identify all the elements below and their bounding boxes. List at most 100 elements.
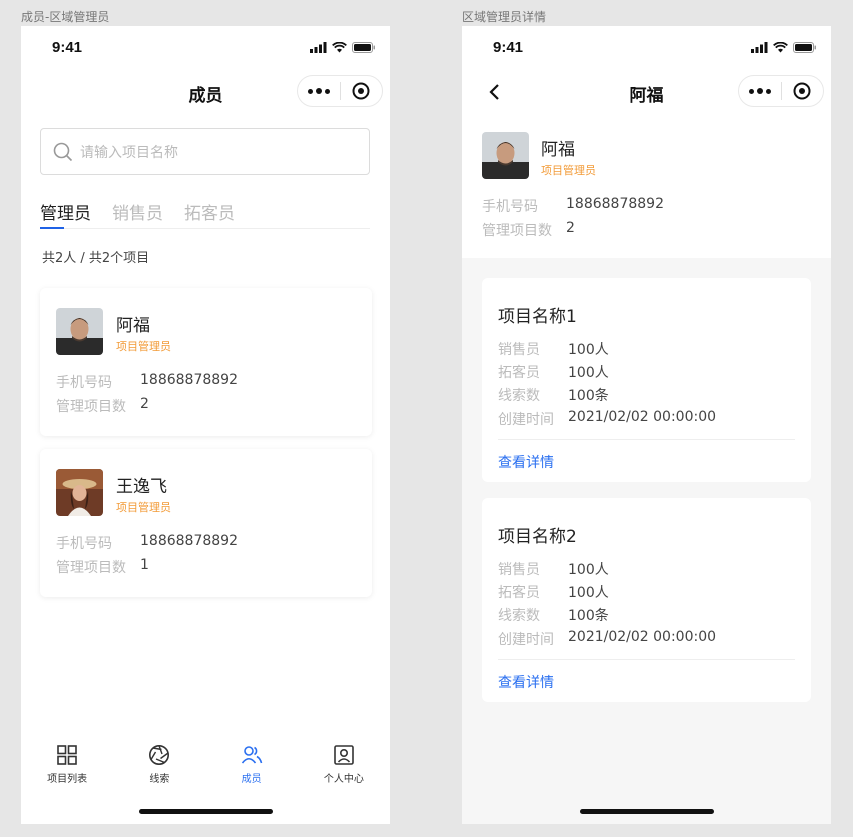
created-row: 创建时间 2021/02/02 00:00:00 [498,629,716,649]
phone-value: 18868878892 [566,196,664,212]
search-icon [53,142,73,161]
sales-row: 销售员 100人 [498,339,609,359]
leads-value: 100条 [568,388,609,404]
created-row: 创建时间 2021/02/02 00:00:00 [498,409,716,429]
phone-value: 18868878892 [140,533,238,549]
prospector-label: 拓客员 [498,585,540,601]
project-count-label: 管理项目数 [56,399,126,415]
avatar [56,308,103,355]
admin-detail-screen: 9:41 阿福 阿福 项目管理员 手机号码 18868878892 管理项目数 … [462,26,831,824]
leads-label: 线索数 [498,608,540,624]
leads-row: 线索数 100条 [498,605,609,625]
project-card: 项目名称2 销售员 100人 拓客员 100人 线索数 100条 创建时间 20… [482,498,811,702]
leads-row: 线索数 100条 [498,385,609,405]
member-name: 阿福 [541,140,575,160]
member-summary: 共2人 / 共2个项目 [42,251,150,266]
sales-label: 销售员 [498,342,540,358]
users-icon [241,746,262,764]
project-count-row: 管理项目数 1 [56,557,149,577]
bottom-tabbar: 项目列表 线索 成员 个人中心 [21,734,390,794]
battery-icon [793,42,816,53]
tabbar-label: 成员 [241,774,262,785]
left-frame-label: 成员-区域管理员 [21,10,110,24]
phone-label: 手机号码 [482,199,538,215]
card-divider [498,439,795,440]
prospector-value: 100人 [568,365,609,381]
phone-row: 手机号码 18868878892 [56,533,238,553]
tabbar-item-projects[interactable]: 项目列表 [21,734,113,794]
status-time: 9:41 [52,39,83,56]
view-details-link[interactable]: 查看详情 [498,452,554,472]
battery-icon [352,42,375,53]
project-title: 项目名称1 [498,307,577,327]
phone-label: 手机号码 [56,375,112,391]
phone-value: 18868878892 [140,372,238,388]
view-details-link[interactable]: 查看详情 [498,672,554,692]
status-icons [310,42,376,53]
phone-row: 手机号码 18868878892 [482,196,664,216]
tabbar-label: 线索 [149,774,170,785]
tabbar-label: 个人中心 [323,774,364,785]
avatar [482,132,529,179]
tabbar-label: 项目列表 [47,774,88,785]
mini-program-capsule [297,75,383,107]
prospector-value: 100人 [568,585,609,601]
aperture-icon [149,745,170,765]
signal-icon [751,42,768,53]
sales-row: 销售员 100人 [498,559,609,579]
close-miniprogram-icon[interactable] [782,82,823,100]
more-icon[interactable] [298,88,340,94]
tab-prospector[interactable]: 拓客员 [184,199,235,229]
sales-value: 100人 [568,342,609,358]
project-card: 项目名称1 销售员 100人 拓客员 100人 线索数 100条 创建时间 20… [482,278,811,482]
profile-icon [334,745,354,765]
tabbar-item-leads[interactable]: 线索 [113,734,205,794]
project-count-value: 1 [140,557,149,573]
member-name: 阿福 [116,316,150,336]
nav-bar: 阿福 [462,70,831,114]
phone-label: 手机号码 [56,536,112,552]
leads-label: 线索数 [498,388,540,404]
member-card[interactable]: 王逸飞 项目管理员 手机号码 18868878892 管理项目数 1 [40,449,372,597]
created-label: 创建时间 [498,632,554,648]
member-card[interactable]: 阿福 项目管理员 手机号码 18868878892 管理项目数 2 [40,288,372,436]
created-label: 创建时间 [498,412,554,428]
home-indicator [138,809,273,814]
status-bar: 9:41 [21,26,390,70]
prospector-row: 拓客员 100人 [498,582,609,602]
tabbar-item-profile[interactable]: 个人中心 [298,734,390,794]
home-indicator [579,809,714,814]
member-role: 项目管理员 [116,340,171,353]
status-icons [751,42,817,53]
mini-program-capsule [738,75,824,107]
created-value: 2021/02/02 00:00:00 [568,409,717,425]
close-miniprogram-icon[interactable] [341,82,382,100]
project-count-row: 管理项目数 2 [56,396,149,416]
sales-label: 销售员 [498,562,540,578]
tab-sales[interactable]: 销售员 [112,199,163,229]
signal-icon [310,42,327,53]
role-tabs: 管理员 销售员 拓客员 [40,199,370,229]
sales-value: 100人 [568,562,609,578]
status-time: 9:41 [493,39,524,56]
prospector-row: 拓客员 100人 [498,362,609,382]
created-value: 2021/02/02 00:00:00 [568,629,717,645]
prospector-label: 拓客员 [498,365,540,381]
project-count-label: 管理项目数 [482,223,552,239]
tabbar-item-members[interactable]: 成员 [206,734,298,794]
project-count-label: 管理项目数 [56,560,126,576]
status-bar: 9:41 [462,26,831,70]
more-icon[interactable] [739,88,781,94]
avatar [56,469,103,516]
nav-bar: 成员 [21,70,390,114]
tab-indicator [40,227,64,229]
wifi-icon [773,42,788,53]
member-name: 王逸飞 [116,477,167,497]
tab-admin[interactable]: 管理员 [40,199,91,229]
search-input[interactable]: 请输入项目名称 [40,128,370,175]
card-divider [498,659,795,660]
member-role: 项目管理员 [541,164,596,177]
right-frame-label: 区域管理员详情 [462,10,547,24]
phone-row: 手机号码 18868878892 [56,372,238,392]
project-title: 项目名称2 [498,527,577,547]
